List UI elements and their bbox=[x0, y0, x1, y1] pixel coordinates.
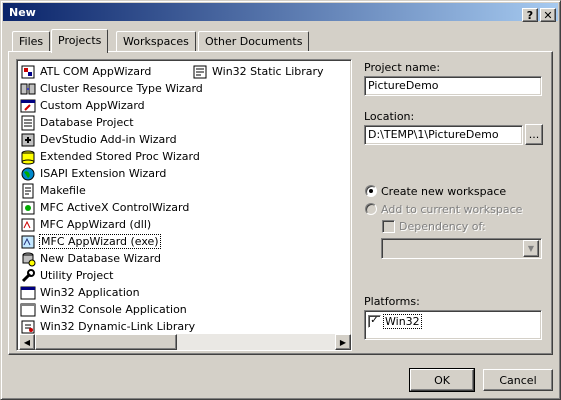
tab-projects[interactable]: Projects bbox=[51, 29, 109, 53]
project-name-label: Project name: bbox=[364, 61, 441, 74]
custom-appwizard-icon bbox=[20, 98, 36, 114]
tab-files[interactable]: Files bbox=[12, 31, 51, 51]
list-item[interactable]: Win32 Console Application bbox=[20, 301, 200, 318]
list-item[interactable]: Makefile bbox=[20, 182, 200, 199]
project-type-column-1: ATL COM AppWizard Cluster Resource Type … bbox=[20, 63, 203, 335]
list-item[interactable]: Extended Stored Proc Wizard bbox=[20, 148, 200, 165]
window-title: New bbox=[9, 6, 36, 19]
scroll-thumb[interactable] bbox=[35, 334, 177, 350]
project-type-column-2: Win32 Static Library bbox=[192, 63, 342, 80]
list-item[interactable]: MFC AppWizard (exe) bbox=[20, 233, 200, 250]
static-lib-icon bbox=[192, 64, 208, 80]
globe-icon bbox=[20, 166, 36, 182]
add-to-current-workspace-label[interactable]: Add to current workspace bbox=[381, 203, 522, 216]
platform-label: Win32 bbox=[383, 314, 422, 329]
utility-icon bbox=[20, 268, 36, 284]
list-item[interactable]: Win32 Application bbox=[20, 284, 200, 301]
addin-icon bbox=[20, 132, 36, 148]
chevron-down-icon: ▼ bbox=[527, 244, 535, 253]
scroll-left-button[interactable]: ◀ bbox=[19, 334, 35, 350]
list-item[interactable]: DevStudio Add-in Wizard bbox=[20, 131, 200, 148]
list-item[interactable]: New Database Wizard bbox=[20, 250, 200, 267]
triangle-right-icon: ▶ bbox=[339, 337, 347, 347]
project-type-list[interactable]: ATL COM AppWizard Cluster Resource Type … bbox=[16, 59, 352, 351]
create-new-workspace-radio[interactable] bbox=[365, 185, 377, 197]
makefile-icon bbox=[20, 183, 36, 199]
win32-app-icon bbox=[20, 285, 36, 301]
create-new-workspace-label[interactable]: Create new workspace bbox=[381, 185, 506, 198]
list-item[interactable]: Custom AppWizard bbox=[20, 97, 200, 114]
activex-icon bbox=[20, 200, 36, 216]
help-button[interactable]: ? bbox=[522, 8, 538, 22]
platform-item[interactable]: ✓ Win32 bbox=[368, 314, 422, 329]
cluster-icon bbox=[20, 81, 36, 97]
title-bar[interactable]: New ? ✕ bbox=[3, 3, 558, 22]
atl-com-icon bbox=[20, 64, 36, 80]
platforms-list[interactable]: ✓ Win32 bbox=[364, 310, 542, 340]
location-label: Location: bbox=[364, 110, 415, 123]
platforms-label: Platforms: bbox=[364, 295, 420, 308]
database-icon bbox=[20, 115, 36, 131]
ok-button[interactable]: OK bbox=[409, 368, 475, 392]
stored-proc-icon bbox=[20, 149, 36, 165]
scroll-right-button[interactable]: ▶ bbox=[335, 334, 351, 350]
list-item[interactable]: Win32 Static Library bbox=[192, 63, 342, 80]
triangle-left-icon: ◀ bbox=[23, 337, 31, 347]
mfc-exe-icon bbox=[20, 234, 36, 250]
add-to-current-workspace-radio[interactable] bbox=[365, 203, 377, 215]
mfc-dll-icon bbox=[20, 217, 36, 233]
dependency-of-label[interactable]: Dependency of: bbox=[399, 220, 486, 233]
cancel-button[interactable]: Cancel bbox=[483, 369, 553, 391]
list-item[interactable]: MFC ActiveX ControlWizard bbox=[20, 199, 200, 216]
list-item[interactable]: Utility Project bbox=[20, 267, 200, 284]
dll-icon bbox=[20, 319, 36, 335]
checkmark-icon: ✓ bbox=[370, 315, 379, 326]
list-item[interactable]: Database Project bbox=[20, 114, 200, 131]
list-item[interactable]: ISAPI Extension Wizard bbox=[20, 165, 200, 182]
console-icon bbox=[20, 302, 36, 318]
browse-button[interactable]: ... bbox=[525, 124, 543, 145]
close-button[interactable]: ✕ bbox=[540, 8, 556, 22]
list-item[interactable]: ATL COM AppWizard bbox=[20, 63, 200, 80]
dependency-dropdown[interactable]: ▼ bbox=[381, 238, 542, 259]
horizontal-scrollbar[interactable]: ◀ ▶ bbox=[19, 334, 351, 350]
list-item[interactable]: MFC AppWizard (dll) bbox=[20, 216, 200, 233]
new-database-icon bbox=[20, 251, 36, 267]
tab-other-documents[interactable]: Other Documents bbox=[198, 31, 310, 51]
dropdown-button[interactable]: ▼ bbox=[523, 240, 539, 257]
tab-workspaces[interactable]: Workspaces bbox=[116, 31, 196, 51]
list-item[interactable]: Win32 Dynamic-Link Library bbox=[20, 318, 200, 335]
radio-dot bbox=[369, 189, 373, 193]
project-name-field[interactable]: PictureDemo bbox=[364, 76, 542, 96]
platform-checkbox[interactable]: ✓ bbox=[368, 315, 381, 328]
location-field[interactable]: D:\TEMP\1\PictureDemo bbox=[364, 125, 523, 145]
dependency-of-checkbox[interactable] bbox=[382, 220, 395, 233]
list-item[interactable]: Cluster Resource Type Wizard bbox=[20, 80, 203, 97]
